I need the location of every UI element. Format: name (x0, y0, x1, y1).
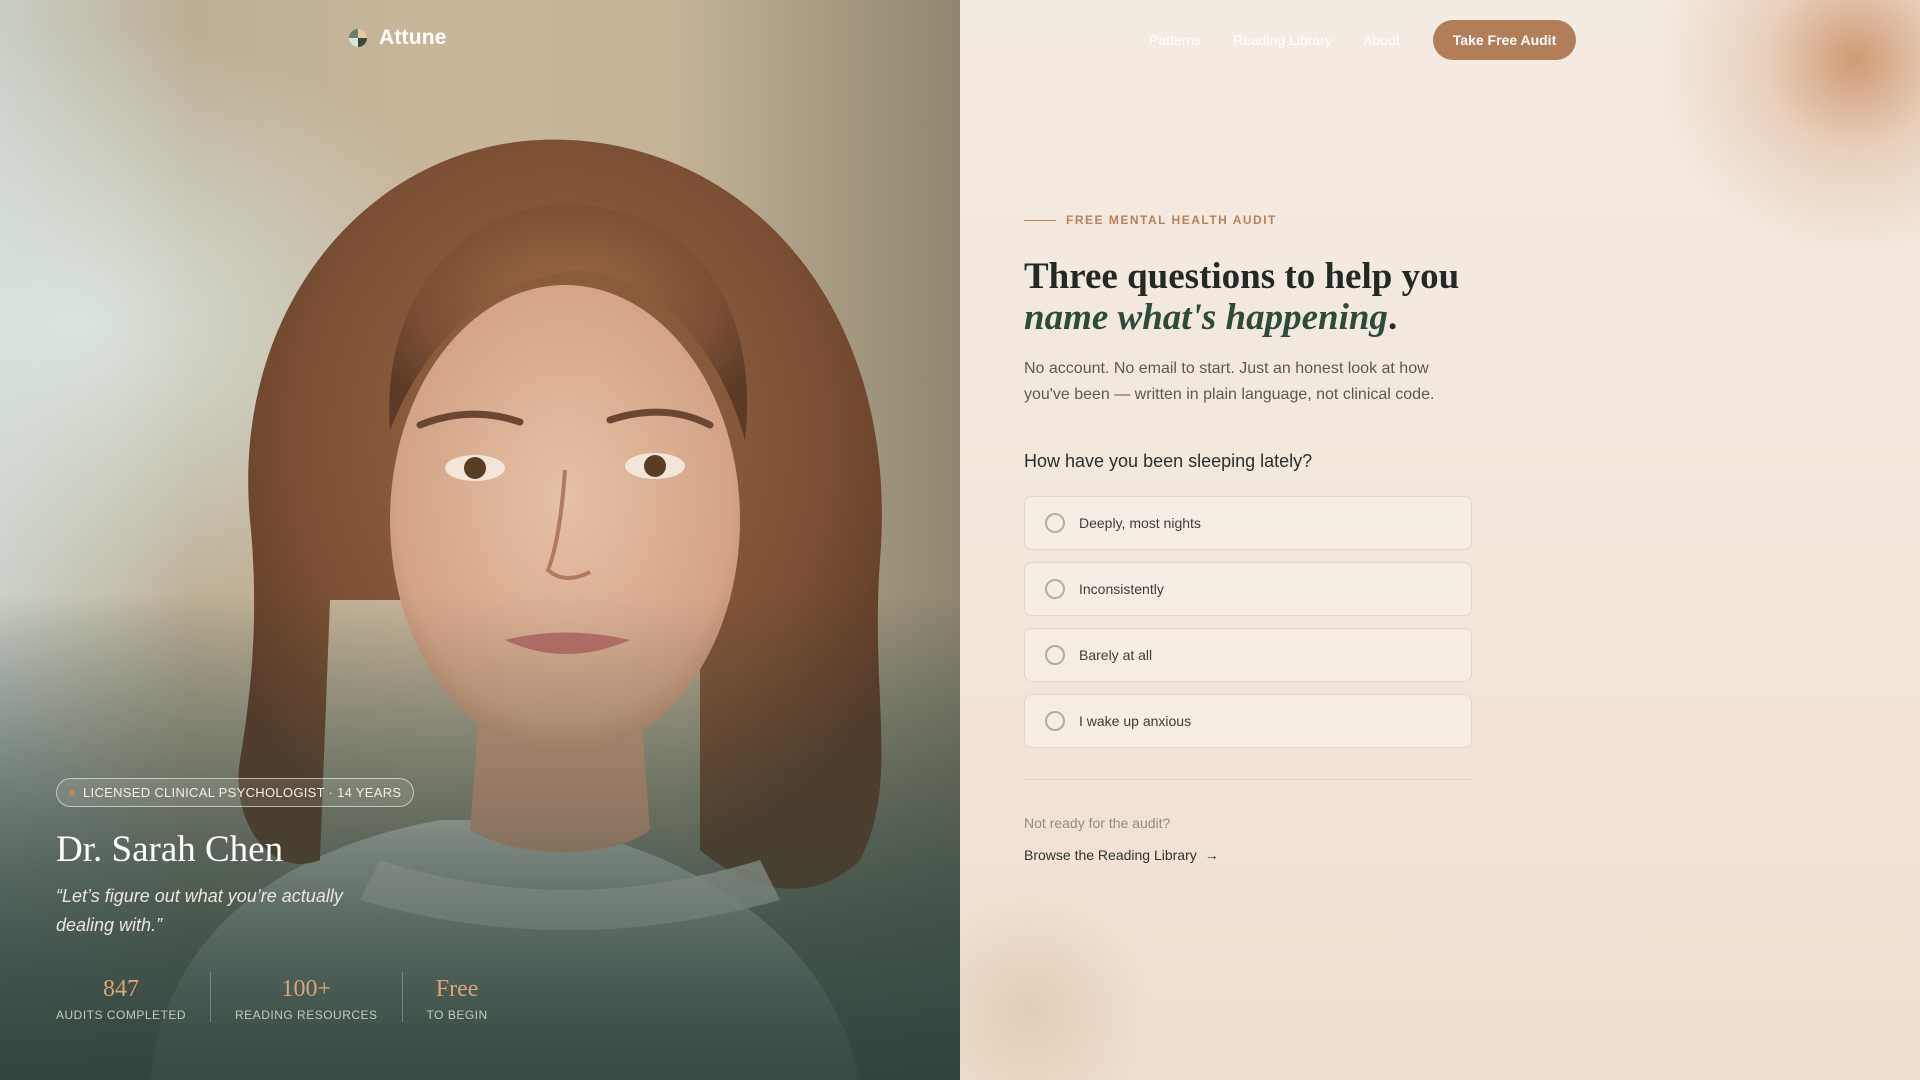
option-label: Barely at all (1079, 647, 1153, 663)
question-text: How have you been sleeping lately? (1024, 451, 1313, 471)
radio-icon[interactable] (1045, 711, 1065, 731)
stat-label: AUDITS COMPLETED (56, 1008, 187, 1022)
option-label: Inconsistently (1079, 581, 1164, 597)
headline-end: . (1387, 297, 1398, 338)
audit-eyebrow: FREE MENTAL HEALTH AUDIT (1024, 213, 1277, 227)
brand[interactable]: Attune (349, 26, 447, 50)
take-free-audit-button[interactable]: Take Free Audit (1433, 20, 1576, 60)
not-ready-text: Not ready for the audit? (1024, 815, 1171, 831)
stat-audits: 847 AUDITS COMPLETED (56, 972, 210, 1022)
answer-options: Deeply, most nights Inconsistently Barel… (1024, 496, 1472, 760)
headline-line1: Three questions to help you (1024, 256, 1460, 297)
browse-label: Browse the Reading Library (1024, 847, 1197, 863)
option-label: I wake up anxious (1079, 713, 1192, 729)
option-barely[interactable]: Barely at all (1024, 628, 1472, 682)
nav-link-about[interactable]: About (1363, 32, 1400, 48)
headline-emphasis: name what's happening (1024, 297, 1388, 338)
stat-resources: 100+ READING RESOURCES (210, 972, 402, 1022)
nav-link-patterns[interactable]: Patterns (1149, 32, 1201, 48)
arrow-right-icon: → (1204, 847, 1219, 863)
credential-badge: LICENSED CLINICAL PSYCHOLOGIST · 14 YEAR… (56, 778, 415, 807)
radio-icon[interactable] (1045, 579, 1065, 599)
stat-value: 847 (103, 976, 139, 1002)
attune-logo-icon (349, 29, 367, 47)
radio-icon[interactable] (1045, 645, 1065, 665)
radio-icon[interactable] (1045, 513, 1065, 533)
hero-photo-panel: Attune LICENSED CLINICAL PSYCHOLOGIST · … (0, 0, 960, 1080)
option-inconsistently[interactable]: Inconsistently (1024, 562, 1472, 616)
psychologist-name: Dr. Sarah Chen (56, 829, 284, 870)
stats-row: 847 AUDITS COMPLETED 100+ READING RESOUR… (56, 972, 512, 1022)
audit-subtitle: No account. No email to start. Just an h… (1024, 360, 1435, 403)
section-divider (1024, 779, 1472, 780)
brand-name: Attune (379, 26, 447, 49)
eyebrow-line (1024, 219, 1056, 221)
stat-value: 100+ (281, 976, 332, 1002)
stat-label: TO BEGIN (426, 1008, 488, 1022)
psychologist-quote: “Let’s figure out what you’re actually d… (56, 886, 343, 935)
option-anxious[interactable]: I wake up anxious (1024, 694, 1472, 748)
credential-text: LICENSED CLINICAL PSYCHOLOGIST · 14 YEAR… (83, 785, 402, 800)
stat-label: READING RESOURCES (235, 1008, 378, 1022)
audit-headline: Three questions to help you name what's … (1024, 256, 1459, 338)
option-deeply[interactable]: Deeply, most nights (1024, 496, 1472, 550)
eyebrow-text: FREE MENTAL HEALTH AUDIT (1066, 213, 1277, 227)
stat-value: Free (435, 976, 479, 1002)
browse-reading-library-link[interactable]: Browse the Reading Library → (1024, 847, 1219, 863)
option-label: Deeply, most nights (1079, 515, 1201, 531)
stat-free: Free TO BEGIN (401, 972, 512, 1022)
badge-dot-icon (69, 789, 75, 796)
nav-link-reading-library[interactable]: Reading Library (1233, 32, 1332, 48)
